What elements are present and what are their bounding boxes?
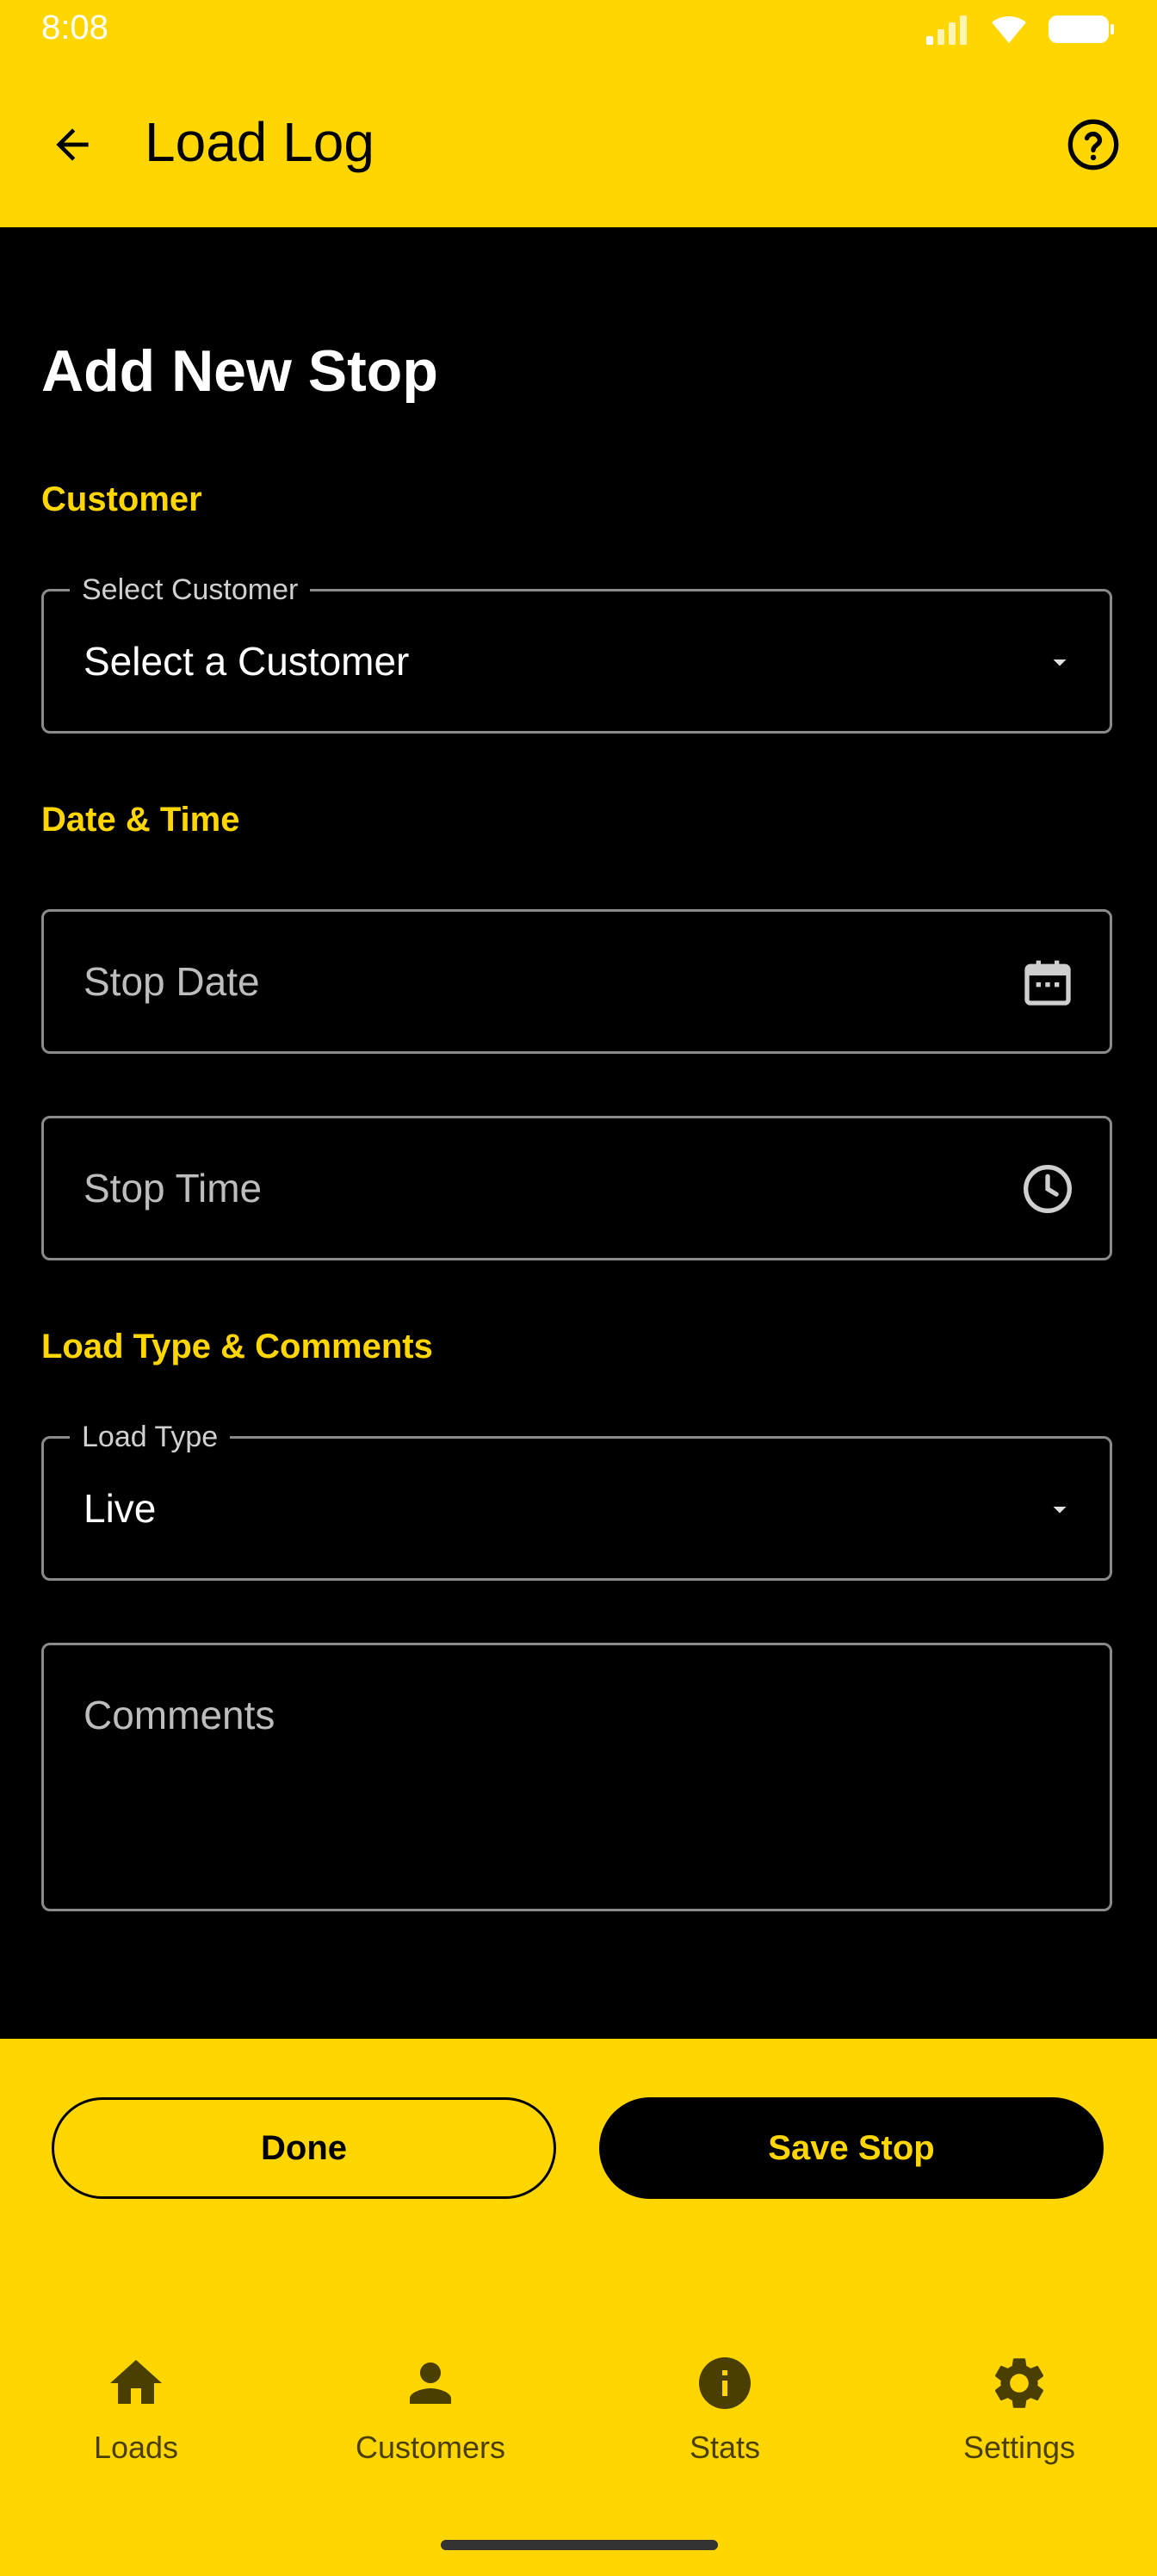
nav-label-stats: Stats (689, 2430, 761, 2465)
done-button[interactable]: Done (52, 2097, 556, 2199)
customer-select[interactable]: Select Customer Select a Customer (41, 571, 1112, 734)
section-date-time: Date & Time (41, 801, 240, 839)
home-indicator[interactable] (441, 2540, 718, 2550)
nav-item-loads[interactable]: Loads (7, 2349, 265, 2466)
bottom-navigation: Loads Customers Stats Settings (0, 2297, 1157, 2576)
calendar-icon[interactable] (1020, 955, 1075, 1010)
dropdown-arrow-icon (1044, 1494, 1075, 1525)
section-customer: Customer (41, 480, 202, 518)
clock-icon[interactable] (1020, 1161, 1075, 1217)
help-icon (1067, 119, 1119, 170)
battery-icon (1047, 12, 1116, 51)
page-title: Add New Stop (41, 338, 438, 404)
nav-item-customers[interactable]: Customers (301, 2349, 560, 2466)
customer-select-label: Select Customer (70, 571, 311, 609)
stop-time-placeholder: Stop Time (84, 1166, 263, 1211)
status-time: 8:08 (41, 9, 108, 46)
save-stop-button[interactable]: Save Stop (599, 2097, 1104, 2199)
nav-label-loads: Loads (93, 2430, 179, 2465)
stop-time-field[interactable]: Stop Time (41, 1116, 1112, 1260)
customer-select-value: Select a Customer (84, 639, 410, 684)
dropdown-arrow-icon (1044, 647, 1075, 678)
person-icon (301, 2349, 560, 2418)
wifi-icon (988, 12, 1030, 51)
load-type-label: Load Type (70, 1418, 231, 1456)
top-bar: 8:08 Load Log (0, 0, 1157, 227)
comments-field[interactable]: Comments (41, 1643, 1112, 1911)
info-icon (596, 2349, 854, 2418)
back-button[interactable] (43, 115, 102, 174)
gear-icon (890, 2349, 1148, 2418)
load-type-value: Live (84, 1486, 157, 1531)
signal-icon (925, 12, 971, 51)
arrow-back-icon (56, 128, 89, 161)
nav-item-settings[interactable]: Settings (890, 2349, 1148, 2466)
comments-placeholder: Comments (84, 1693, 275, 1737)
action-bar: Done Save Stop (0, 2039, 1157, 2297)
help-button[interactable] (1064, 115, 1123, 174)
nav-item-stats[interactable]: Stats (596, 2349, 854, 2466)
stop-date-placeholder: Stop Date (84, 959, 260, 1004)
nav-label-settings: Settings (962, 2430, 1076, 2465)
app-title: Load Log (145, 111, 374, 173)
section-load-type-comments: Load Type & Comments (41, 1328, 433, 1365)
status-icons (925, 12, 1116, 51)
nav-label-customers: Customers (355, 2430, 506, 2465)
stop-date-field[interactable]: Stop Date (41, 909, 1112, 1054)
home-icon (7, 2349, 265, 2418)
load-type-select[interactable]: Load Type Live (41, 1418, 1112, 1581)
screen: 8:08 Load Log Add New Stop Customer Sele… (0, 0, 1157, 2576)
